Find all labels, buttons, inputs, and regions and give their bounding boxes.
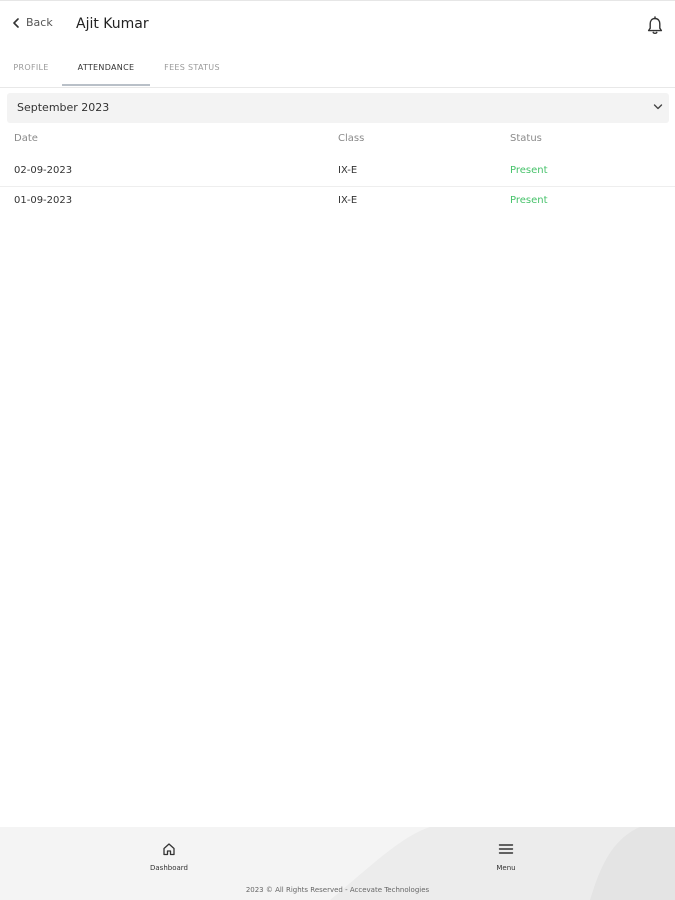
tab-bar: PROFILE ATTENDANCE FEES STATUS (0, 53, 675, 88)
bottom-nav-bar: Dashboard Menu 2023 © All Rights Reserve… (0, 827, 675, 900)
month-select-value: September 2023 (17, 101, 110, 114)
nav-menu-label: Menu (496, 864, 516, 872)
table-header: Date Class Status (0, 133, 675, 155)
nav-menu[interactable]: Menu (466, 841, 546, 872)
chevron-down-icon (653, 104, 663, 110)
row-status: Present (510, 195, 548, 206)
tab-profile[interactable]: PROFILE (6, 53, 56, 86)
row-date: 01-09-2023 (14, 195, 73, 206)
column-header-class: Class (338, 133, 365, 144)
table-row: 02-09-2023 IX-E Present (0, 157, 675, 187)
footer-copyright: 2023 © All Rights Reserved - Accevate Te… (245, 886, 430, 894)
tab-attendance[interactable]: ATTENDANCE (62, 53, 150, 86)
home-icon (163, 843, 175, 856)
back-label: Back (26, 16, 53, 29)
chevron-left-icon (13, 17, 19, 28)
row-class: IX-E (338, 165, 358, 176)
attendance-screen: Back Ajit Kumar PROFILE ATTENDANCE FEES … (0, 0, 675, 900)
row-status: Present (510, 165, 548, 176)
bell-icon[interactable] (646, 16, 664, 36)
row-class: IX-E (338, 195, 358, 206)
back-button[interactable]: Back (12, 16, 53, 29)
menu-icon (498, 844, 514, 854)
nav-dashboard[interactable]: Dashboard (129, 841, 209, 872)
tab-fees-status[interactable]: FEES STATUS (156, 53, 228, 86)
page-title: Ajit Kumar (76, 16, 149, 32)
column-header-status: Status (510, 133, 542, 144)
month-select[interactable]: September 2023 (7, 93, 669, 123)
app-header: Back Ajit Kumar (0, 1, 675, 51)
table-row: 01-09-2023 IX-E Present (0, 187, 675, 216)
nav-dashboard-label: Dashboard (150, 864, 188, 872)
row-date: 02-09-2023 (14, 165, 73, 176)
column-header-date: Date (14, 133, 38, 144)
